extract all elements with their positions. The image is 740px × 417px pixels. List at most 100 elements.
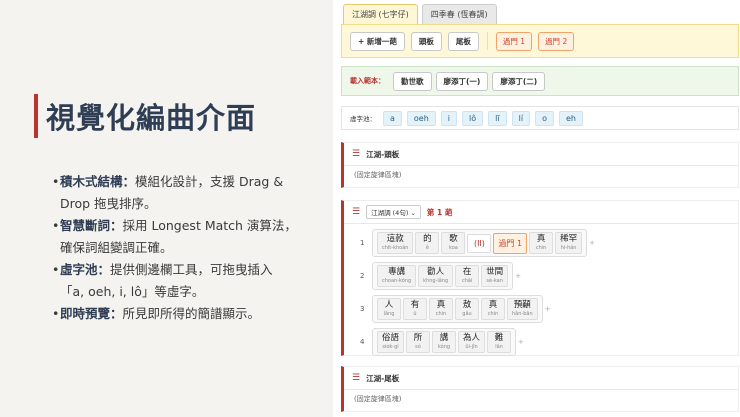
line-number: 2 [360,272,365,280]
drag-handle-icon[interactable]: ☰ [352,373,360,383]
word-block[interactable]: 俗語 siok-gí [377,331,405,353]
verse-line-row: 1 這款 chit-khoán 的ê 歌 koa (II) 過門 1 真 chin 稀… [360,229,738,257]
add-word-icon[interactable]: + [589,239,595,247]
gate-block[interactable]: 過門 1 [493,232,528,254]
word-block[interactable]: 勸人 khng-lâng [418,265,454,287]
bullet-text: 提供側邊欄工具，可拖曳插入 [110,262,273,277]
bullet-list: • 積木式結構：模組化設計，支援 Drag & Drop 拖曳排序。 • 智慧斷詞：… [52,171,322,325]
tail-section: ☰ 江湖-尾板 (固定旋律區塊) [341,366,739,412]
head-section-title: 江湖-頭板 [366,149,400,159]
word-block[interactable]: 的ê [415,232,440,254]
word-block[interactable]: 稀罕 hi-hán [555,232,583,254]
particle-chip[interactable]: lô [462,110,484,126]
line-number: 3 [360,305,365,313]
bullet-label: 積木式結構： [60,174,136,189]
slide-title-block: 視覺化編曲介面 [34,94,256,138]
drag-handle-icon[interactable]: ☰ [352,149,360,159]
particle-pool-label: 虛字池： [350,115,376,123]
word-block[interactable]: 真 chin [429,298,453,320]
bullet-label: 智慧斷詞： [60,218,123,233]
toolbar: + 新增一葩 頭板 尾板 過門 1 過門 2 [341,24,739,58]
add-word-icon[interactable]: + [515,272,521,280]
bullet-text: 所見即所得的簡譜顯示。 [122,306,261,321]
verse-section-header: ☰ 江湖調 (4句) ⌄ 第 1 葩 [344,201,738,224]
bullet-label: 即時預覽： [60,306,123,321]
word-block[interactable]: 世間 sè-kan [481,265,509,287]
verse-line-row: 3 人 lâng 有ū 真 chin 敖 gâu 真 chin 預顢 hân-bān + [360,295,738,323]
slide-text-area: 視覺化編曲介面 • 積木式結構：模組化設計，支援 Drag & Drop 拖曳排序… [0,0,330,417]
lyric-line: 專講 choan-kóng 勸人 khng-lâng 在 chāi 世間 sè-kan [372,262,514,290]
add-word-icon[interactable]: + [545,305,551,313]
tail-section-note: (固定旋律區塊) [354,395,402,403]
toolbar-divider [486,32,488,50]
bullet-item: • 即時預覽：所見即所得的簡譜顯示。 [52,306,261,321]
head-section-header: ☰ 江湖-頭板 [344,143,738,166]
head-section: ☰ 江湖-頭板 (固定旋律區塊) [341,142,739,188]
drag-handle-icon[interactable]: ☰ [352,207,360,217]
bullet-label: 虛字池： [60,262,111,277]
title-accent-bar [34,94,38,138]
app-screenshot-panel: 江湖調 (七字仔) 四季春 (恆春調) + 新增一葩 頭板 尾板 過門 1 過門… [333,0,740,417]
word-block[interactable]: 這款 chit-khoán [377,232,414,254]
word-block[interactable]: 有ū [403,298,427,320]
bullet-text: 模組化設計，支援 Drag & [135,174,284,189]
word-block[interactable]: 真 chin [529,232,554,254]
chevron-down-icon: ⌄ [410,209,416,217]
song-tabs: 江湖調 (七字仔) 四季春 (恆春調) [343,4,497,25]
tail-section-header: ☰ 江湖-尾板 [344,367,738,390]
bullet-text: 採用 Longest Match 演算法， [122,218,297,233]
bullet-item: • 積木式結構：模組化設計，支援 Drag & [52,174,284,189]
bullet-continuation: 確保詞組變調正確。 [60,240,173,255]
word-block[interactable]: 人 lâng [377,298,401,320]
bullet-continuation: 「a, oeh, i, lô」等虛字。 [60,284,205,299]
particle-chip[interactable]: o [535,110,554,126]
lyric-line: 俗語 siok-gí 所 só 講 kóng 為人 ûi-jîn 難 lân [372,328,517,356]
tab-sijichun[interactable]: 四季春 (恆春調) [421,4,497,25]
particle-chip[interactable]: a [383,110,402,126]
particle-chip[interactable]: i [440,110,458,126]
word-block[interactable]: 專講 choan-kóng [377,265,417,287]
particle-chip[interactable]: lī [488,110,507,126]
tab-jianghu[interactable]: 江湖調 (七字仔) [343,4,418,25]
word-block[interactable]: 敖 gâu [455,298,479,320]
word-block[interactable]: 真 chin [481,298,505,320]
line-number: 4 [360,338,365,346]
lyric-line: 人 lâng 有ū 真 chin 敖 gâu 真 chin 預顢 hân-bān [372,295,543,323]
tune-select[interactable]: 江湖調 (4句) ⌄ [366,205,421,219]
gate-1-button[interactable]: 過門 1 [495,31,533,51]
tail-section-title: 江湖-尾板 [366,373,400,383]
bullet-item: • 虛字池：提供側邊欄工具，可拖曳插入 [52,262,273,277]
verse-section: ☰ 江湖調 (4句) ⌄ 第 1 葩 1 這款 chit-khoán 的ê 歌 ko… [341,200,739,356]
template-button[interactable]: 勸世歌 [393,71,432,91]
template-loader: 載入範本： 勸世歌 廖添丁(一) 廖添丁(二) [341,66,739,96]
template-loader-label: 載入範本： [350,77,385,85]
add-word-icon[interactable]: + [518,338,524,346]
head-section-note: (固定旋律區塊) [354,171,402,179]
word-block[interactable]: 講 kóng [432,331,457,353]
break-marker[interactable]: (II) [467,233,492,253]
word-block[interactable]: 所 só [406,331,431,353]
add-verse-button[interactable]: + 新增一葩 [350,31,405,51]
template-button[interactable]: 廖添丁(二) [492,71,546,91]
particle-chip[interactable]: lí [511,110,531,126]
word-block[interactable]: 歌 koa [441,232,466,254]
word-block[interactable]: 難 lân [487,331,512,353]
line-number: 1 [360,239,365,247]
bullet-item: • 智慧斷詞：採用 Longest Match 演算法， [52,218,297,233]
template-button[interactable]: 廖添丁(一) [435,71,489,91]
slide-title: 視覺化編曲介面 [46,101,257,135]
verse-line-row: 4 俗語 siok-gí 所 só 講 kóng 為人 ûi-jîn 難 lân + [360,328,738,356]
head-block-button[interactable]: 頭板 [410,31,442,51]
bullet-continuation: Drop 拖曳排序。 [60,196,157,211]
particle-pool: 虛字池： a oeh i lô lī lí o eh [341,106,739,130]
verse-line-row: 2 專講 choan-kóng 勸人 khng-lâng 在 chāi 世間 sè-ka… [360,262,738,290]
particle-chip[interactable]: eh [558,110,583,126]
word-block[interactable]: 預顢 hân-bān [507,298,538,320]
verse-number: 第 1 葩 [426,207,453,217]
tail-block-button[interactable]: 尾板 [447,31,479,51]
word-block[interactable]: 為人 ûi-jîn [458,331,486,353]
lyric-line: 這款 chit-khoán 的ê 歌 koa (II) 過門 1 真 chin 稀罕 h… [372,229,588,257]
gate-2-button[interactable]: 過門 2 [538,31,575,51]
particle-chip[interactable]: oeh [406,110,436,126]
word-block[interactable]: 在 chāi [455,265,480,287]
